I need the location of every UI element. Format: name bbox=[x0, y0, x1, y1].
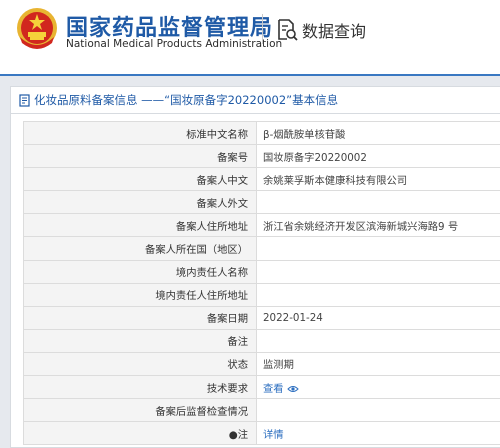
document-search-icon bbox=[278, 19, 298, 41]
row-label: 备案日期 bbox=[23, 305, 257, 330]
header-divider bbox=[262, 14, 263, 44]
row-value: 监测期 bbox=[256, 351, 500, 377]
row-value: 国妆原备字20220002 bbox=[256, 144, 500, 169]
row-value bbox=[256, 259, 500, 284]
table-row: 备案人外文 bbox=[23, 190, 500, 215]
table-row: 境内责任人名称 bbox=[23, 259, 500, 284]
row-value-cell: 查看 bbox=[256, 375, 500, 400]
table-row: 标准中文名称 β-烟酰胺单核苷酸 bbox=[23, 120, 500, 146]
row-label: 境内责任人名称 bbox=[23, 259, 257, 284]
data-query-link[interactable]: 数据查询 bbox=[276, 18, 366, 42]
row-value: 余姚莱孚斯本健康科技有限公司 bbox=[256, 167, 500, 192]
row-value bbox=[256, 236, 500, 261]
info-table: 标准中文名称 β-烟酰胺单核苷酸 备案号 国妆原备字20220002 备案人中文… bbox=[23, 120, 500, 446]
row-value: 浙江省余姚经济开发区滨海新城兴海路9 号 bbox=[256, 213, 500, 238]
table-row: 备案日期 2022-01-24 bbox=[23, 305, 500, 330]
document-icon bbox=[19, 93, 30, 107]
panel-title-bar: 化妆品原料备案信息 ——“国妆原备字20220002”基本信息 bbox=[11, 87, 500, 114]
data-query-label: 数据查询 bbox=[302, 22, 367, 41]
row-label: 备案人所在国（地区） bbox=[23, 236, 257, 261]
row-value bbox=[256, 398, 500, 423]
table-row: 备案人中文 余姚莱孚斯本健康科技有限公司 bbox=[23, 167, 500, 192]
row-value bbox=[256, 190, 500, 215]
table-row: 备注 bbox=[23, 328, 500, 353]
row-label: 状态 bbox=[23, 351, 257, 377]
row-label: 标准中文名称 bbox=[23, 120, 257, 146]
row-label: 技术要求 bbox=[23, 375, 257, 400]
table-row: 备案号 国妆原备字20220002 bbox=[23, 144, 500, 169]
detail-panel: 化妆品原料备案信息 ——“国妆原备字20220002”基本信息 标准中文名称 β… bbox=[10, 86, 500, 448]
row-label: 备注 bbox=[23, 328, 257, 353]
row-label: 备案人中文 bbox=[23, 167, 257, 192]
site-title-en: National Medical Products Administration bbox=[66, 38, 283, 50]
eye-icon[interactable] bbox=[286, 385, 299, 393]
panel-title: 化妆品原料备案信息 ——“国妆原备字20220002”基本信息 bbox=[34, 93, 339, 107]
row-value-cell: 详情 bbox=[256, 421, 500, 446]
table-row: 技术要求 查看 bbox=[23, 375, 500, 400]
row-value: 2022-01-24 bbox=[256, 305, 500, 330]
row-value bbox=[256, 282, 500, 307]
row-label: 备案人外文 bbox=[23, 190, 257, 215]
row-label: 备案后监督检查情况 bbox=[23, 398, 257, 423]
table-row: 境内责任人住所地址 bbox=[23, 282, 500, 307]
national-emblem-icon bbox=[17, 8, 57, 49]
table-row: 备案人所在国（地区） bbox=[23, 236, 500, 261]
table-row: 备案后监督检查情况 bbox=[23, 398, 500, 423]
table-row: 备案人住所地址 浙江省余姚经济开发区滨海新城兴海路9 号 bbox=[23, 213, 500, 238]
table-row: 状态 监测期 bbox=[23, 351, 500, 377]
row-value bbox=[256, 328, 500, 353]
site-header: 国家药品监督管理局 National Medical Products Admi… bbox=[0, 0, 500, 60]
details-link[interactable]: 详情 bbox=[263, 429, 284, 441]
row-label: 备案号 bbox=[23, 144, 257, 169]
row-label: ●注 bbox=[23, 421, 257, 446]
row-label: 境内责任人住所地址 bbox=[23, 282, 257, 307]
view-tech-requirements-link[interactable]: 查看 bbox=[263, 383, 284, 395]
row-value: β-烟酰胺单核苷酸 bbox=[256, 120, 500, 146]
table-row: ●注 详情 bbox=[23, 421, 500, 446]
row-label: 备案人住所地址 bbox=[23, 213, 257, 238]
